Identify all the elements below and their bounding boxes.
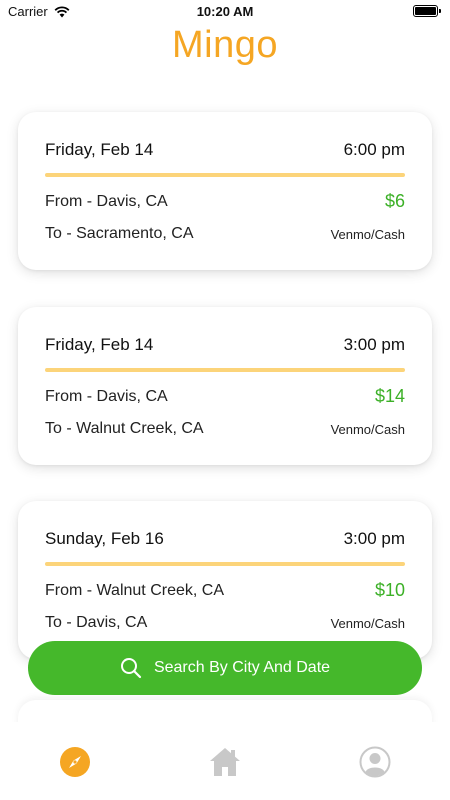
ride-origin-row: From - Davis, CA $14 (45, 386, 405, 407)
ride-header: Sunday, Feb 16 3:00 pm (45, 529, 405, 549)
ride-divider (45, 173, 405, 177)
ride-price: $10 (374, 580, 405, 600)
ride-origin-row: From - Davis, CA $6 (45, 191, 405, 212)
ride-card[interactable]: Friday, Feb 14 3:00 pm From - Davis, CA … (18, 307, 432, 465)
ride-origin: From - Davis, CA (45, 387, 168, 405)
profile-icon (359, 746, 391, 778)
search-icon (120, 658, 142, 679)
tab-explore[interactable] (55, 742, 95, 782)
ride-time: 3:00 pm (343, 529, 405, 548)
status-time: 10:20 AM (196, 4, 254, 19)
ride-payment: Venmo/Cash (330, 421, 405, 437)
home-icon (210, 748, 240, 776)
ride-divider (45, 368, 405, 372)
ride-payment: Venmo/Cash (330, 615, 405, 631)
app-title: Mingo (172, 24, 278, 66)
ride-origin: From - Walnut Creek, CA (45, 581, 224, 599)
ride-destination: To - Sacramento, CA (45, 225, 194, 242)
ride-header: Friday, Feb 14 3:00 pm (45, 335, 405, 355)
search-by-city-date-button[interactable]: Search By City And Date (28, 641, 422, 695)
ride-card[interactable]: Friday, Feb 14 6:00 pm From - Davis, CA … (18, 112, 432, 270)
search-button-label: Search By City And Date (153, 659, 331, 676)
ride-destination-row: To - Sacramento, CA Venmo/Cash (45, 225, 405, 243)
ride-header: Friday, Feb 14 6:00 pm (45, 140, 405, 160)
compass-icon (60, 747, 90, 777)
ride-price: $6 (384, 191, 405, 211)
ride-time: 6:00 pm (343, 140, 405, 159)
status-bar: Carrier 10:20 AM (0, 0, 450, 24)
tab-home[interactable] (205, 742, 245, 782)
ride-price: $14 (374, 386, 405, 406)
ride-destination: To - Davis, CA (45, 614, 148, 631)
ride-time: 3:00 pm (343, 335, 405, 354)
tab-profile[interactable] (355, 742, 395, 782)
ride-divider (45, 562, 405, 566)
ride-payment: Venmo/Cash (330, 226, 405, 242)
ride-date: Friday, Feb 14 (45, 140, 154, 159)
ride-destination: To - Walnut Creek, CA (45, 420, 204, 437)
ride-destination-row: To - Davis, CA Venmo/Cash (45, 614, 405, 632)
ride-date: Sunday, Feb 16 (45, 529, 164, 548)
ride-date: Friday, Feb 14 (45, 335, 154, 354)
ride-origin: From - Davis, CA (45, 192, 168, 210)
tab-bar (0, 722, 450, 800)
ride-card[interactable]: Sunday, Feb 16 3:00 pm From - Walnut Cre… (18, 501, 432, 659)
ride-destination-row: To - Walnut Creek, CA Venmo/Cash (45, 420, 405, 438)
ride-origin-row: From - Walnut Creek, CA $10 (45, 580, 405, 601)
battery-icon (413, 5, 441, 17)
